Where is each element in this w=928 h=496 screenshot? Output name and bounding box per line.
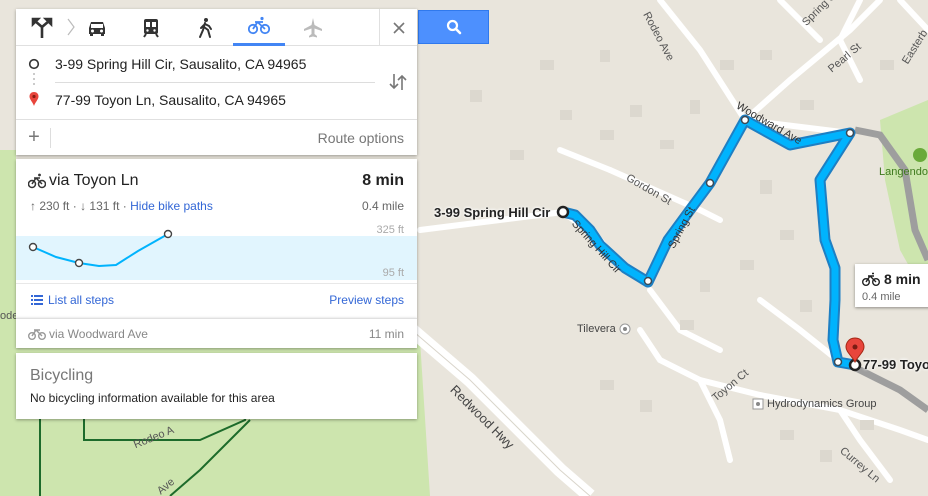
bicycling-info-title: Bicycling <box>30 367 94 384</box>
poi-label-langendorf[interactable]: Langendo <box>879 166 928 178</box>
bicycling-info-card: Bicycling No bicycling information avail… <box>16 353 417 419</box>
search-icon <box>446 19 461 35</box>
list-icon <box>31 295 43 305</box>
destination-row[interactable]: 77-99 Toyon Ln, Sausalito, CA 94965 <box>16 82 417 118</box>
route-elevation-summary: ↑ 230 ft · ↓ 131 ft · Hide bike paths <box>30 199 213 213</box>
separator: · <box>72 199 81 213</box>
bicycling-mode-button[interactable] <box>233 9 285 46</box>
search-button[interactable] <box>418 10 489 44</box>
flights-mode-button[interactable] <box>287 9 339 46</box>
descent-icon: ↓ <box>80 199 87 213</box>
swap-directions-icon[interactable] <box>387 71 409 93</box>
bubble-time: 8 min <box>884 271 921 287</box>
selected-route-card[interactable]: via Toyon Ln 8 min ↑ 230 ft · ↓ 131 ft ·… <box>16 159 417 318</box>
preview-steps-link[interactable]: Preview steps <box>329 293 404 307</box>
bicycling-info-description: No bicycling information available for t… <box>30 391 275 405</box>
alternate-route-card[interactable]: via Woodward Ave 11 min <box>16 318 417 348</box>
list-all-steps-label: List all steps <box>48 293 115 307</box>
options-row: + Route options <box>16 119 417 155</box>
alternate-route-title: via Woodward Ave <box>49 327 148 341</box>
origin-map-label[interactable]: 3-99 Spring Hill Cir <box>434 205 550 220</box>
close-icon <box>392 21 405 34</box>
elevation-min-label: 95 ft <box>383 267 404 279</box>
ascent-value: 230 ft <box>39 199 70 213</box>
route-time: 8 min <box>362 172 404 189</box>
driving-mode-button[interactable] <box>71 9 123 46</box>
car-icon <box>89 21 105 36</box>
directions-panel: 3-99 Spring Hill Cir, Sausalito, CA 9496… <box>16 9 417 155</box>
descent-value: 131 ft <box>89 199 120 213</box>
origin-circle-icon <box>28 58 40 70</box>
bubble-distance: 0.4 mile <box>862 291 901 303</box>
transit-icon <box>143 18 159 38</box>
walking-mode-button[interactable] <box>179 9 231 46</box>
directions-icon <box>31 17 53 38</box>
travel-mode-bar <box>16 9 417 46</box>
bicycle-icon <box>28 173 46 189</box>
bicycle-icon <box>862 272 880 286</box>
poi-label-tilevera[interactable]: Tilevera <box>577 323 616 335</box>
destination-map-label[interactable]: 77-99 Toyon Ln <box>863 357 928 372</box>
origin-input[interactable]: 3-99 Spring Hill Cir, Sausalito, CA 9496… <box>55 56 306 72</box>
destination-input[interactable]: 77-99 Toyon Ln, Sausalito, CA 94965 <box>55 92 286 108</box>
route-distance: 0.4 mile <box>361 199 404 213</box>
elevation-max-label: 325 ft <box>376 224 404 236</box>
divider <box>50 128 51 148</box>
airplane-icon <box>304 17 322 37</box>
close-directions-button[interactable] <box>379 9 417 46</box>
destination-pin-icon <box>29 92 39 106</box>
poi-label-hydrodynamics-group[interactable]: Hydrodynamics Group <box>767 398 876 410</box>
add-destination-button[interactable]: + <box>24 127 44 147</box>
bicycle-icon <box>248 16 270 35</box>
transit-mode-button[interactable] <box>125 9 177 46</box>
ascent-icon: ↑ <box>30 199 36 213</box>
route-title: via Toyon Ln <box>49 172 139 189</box>
route-actions: List all steps Preview steps <box>16 283 417 318</box>
hide-bike-paths-link[interactable]: Hide bike paths <box>130 199 213 213</box>
elevation-chart[interactable]: 325 ft 95 ft <box>16 221 417 283</box>
route-options-button[interactable]: Route options <box>318 130 404 146</box>
directions-mode-button[interactable] <box>16 9 68 46</box>
route-time-bubble[interactable]: 8 min 0.4 mile <box>855 264 928 307</box>
origin-row[interactable]: 3-99 Spring Hill Cir, Sausalito, CA 9496… <box>16 46 417 82</box>
walking-icon <box>199 17 212 38</box>
bicycle-icon <box>28 329 46 340</box>
alternate-route-time: 11 min <box>368 327 404 341</box>
list-all-steps-button[interactable]: List all steps <box>31 293 114 307</box>
